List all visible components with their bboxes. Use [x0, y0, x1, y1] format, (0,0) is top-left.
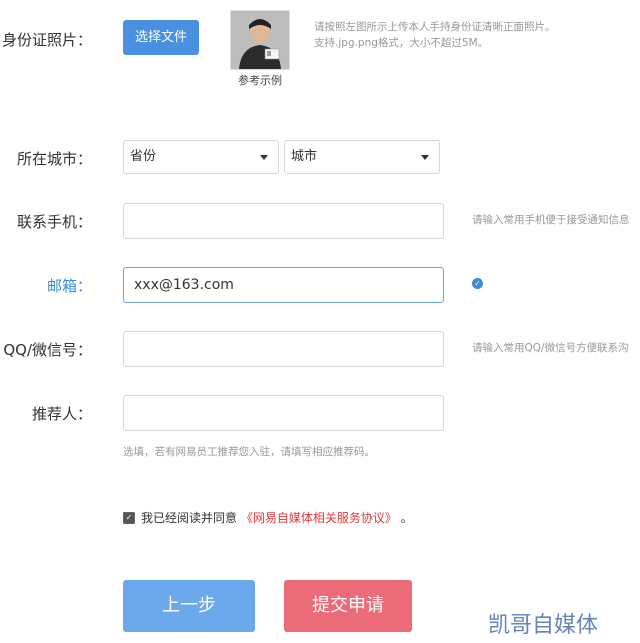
city-select[interactable]: 城市: [284, 140, 440, 174]
agreement-suffix: 。: [400, 511, 413, 525]
id-photo-label: 身份证照片：: [1, 31, 92, 49]
chevron-down-icon: [260, 155, 268, 160]
choose-file-button[interactable]: 选择文件: [123, 20, 199, 55]
sample-caption: 参考示例: [238, 74, 282, 87]
sample-photo: [230, 10, 290, 70]
email-input[interactable]: xxx@163.com: [123, 267, 444, 303]
qq-wechat-input[interactable]: [123, 331, 444, 367]
agreement-label: 我已经阅读并同意: [141, 511, 238, 525]
phone-input[interactable]: [123, 203, 444, 239]
referrer-label: 推荐人：: [31, 405, 92, 423]
qq-wechat-label: QQ/微信号：: [3, 341, 92, 359]
prev-step-button[interactable]: 上一步: [123, 580, 255, 632]
referrer-hint: 选填，若有网易员工推荐您入驻，请填写相应推荐码。: [123, 446, 375, 458]
agreement-checkbox[interactable]: ✓: [123, 512, 135, 524]
agreement-text: 我已经阅读并同意 《网易自媒体相关服务协议》 。: [141, 509, 413, 526]
person-holding-id-image: [231, 11, 289, 69]
id-photo-hint-line1: 请按照左图所示上传本人手持身份证清晰正面照片。: [314, 21, 556, 33]
id-photo-hint-line2: 支持.jpg.png格式，大小不超过5M。: [314, 37, 489, 49]
submit-application-button[interactable]: 提交申请: [284, 580, 412, 632]
phone-label: 联系手机：: [16, 213, 92, 231]
city-value: 城市: [291, 149, 318, 164]
email-label: 邮箱：: [46, 277, 92, 295]
phone-hint: 请输入常用手机便于接受通知信息: [472, 214, 630, 226]
check-circle-icon: ✓: [472, 278, 483, 289]
city-label: 所在城市：: [16, 150, 92, 168]
watermark: 凯哥自媒体: [488, 613, 599, 638]
agreement-link[interactable]: 《网易自媒体相关服务协议》: [241, 511, 397, 525]
province-value: 省份: [130, 149, 157, 164]
qq-wechat-hint: 请输入常用QQ/微信号方便联系沟: [472, 342, 629, 354]
province-select[interactable]: 省份: [123, 140, 279, 174]
chevron-down-icon: [421, 155, 429, 160]
referrer-input[interactable]: [123, 395, 444, 431]
